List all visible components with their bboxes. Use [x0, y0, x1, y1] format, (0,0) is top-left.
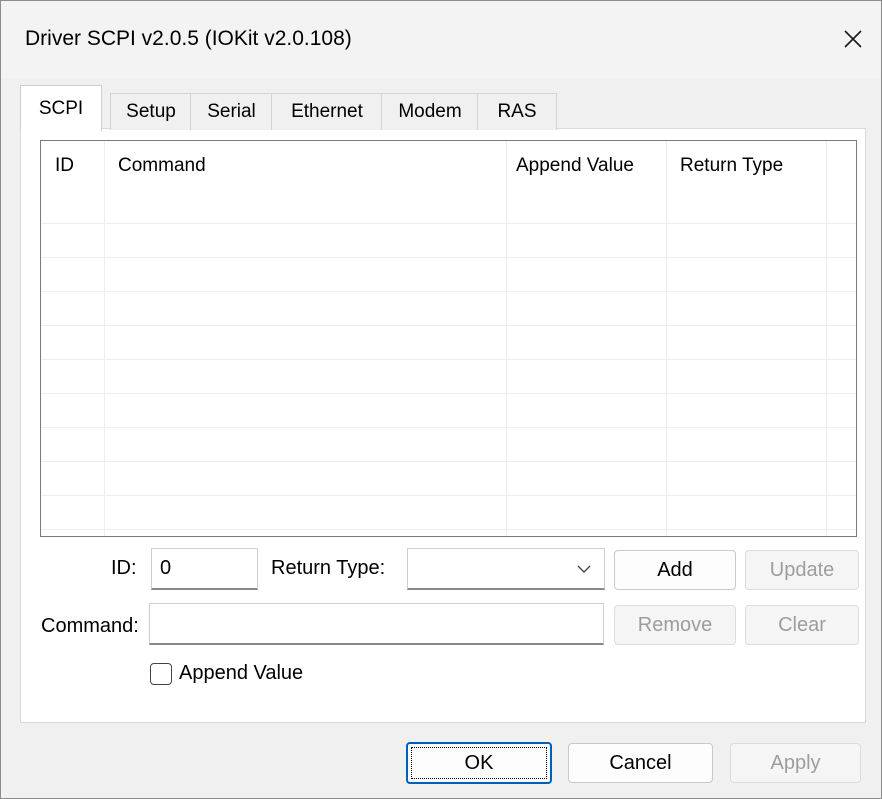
grid-line: [104, 141, 105, 536]
grid-line: [41, 427, 856, 428]
window-title: Driver SCPI v2.0.5 (IOKit v2.0.108): [25, 27, 352, 50]
title-bar: Driver SCPI v2.0.5 (IOKit v2.0.108): [1, 1, 881, 79]
dialog-window: Driver SCPI v2.0.5 (IOKit v2.0.108) SCPI…: [0, 0, 882, 799]
grid-line: [41, 461, 856, 462]
grid-line: [41, 495, 856, 496]
id-label: ID:: [111, 557, 137, 579]
apply-button[interactable]: Apply: [730, 743, 861, 783]
focus-rectangle: [411, 747, 547, 779]
tab-scpi[interactable]: SCPI: [20, 85, 102, 131]
button-label: Update: [769, 558, 835, 581]
add-button[interactable]: Add: [614, 550, 736, 590]
button-label: Cancel: [609, 751, 672, 774]
column-label: ID: [55, 155, 74, 176]
tab-serial[interactable]: Serial: [190, 93, 273, 130]
tab-setup[interactable]: Setup: [110, 93, 192, 130]
append-value-label[interactable]: Append Value: [179, 662, 303, 685]
grid-line: [41, 291, 856, 292]
return-type-label: Return Type:: [271, 557, 386, 579]
grid-line: [41, 223, 856, 224]
append-value-checkbox[interactable]: [150, 663, 172, 685]
cancel-button[interactable]: Cancel: [568, 743, 713, 783]
grid-line: [41, 359, 856, 360]
tab-label: Serial: [207, 101, 256, 122]
tab-label: Ethernet: [291, 101, 363, 122]
update-button[interactable]: Update: [745, 550, 859, 590]
grid-line: [41, 257, 856, 258]
remove-button[interactable]: Remove: [614, 605, 736, 645]
grid-line: [506, 141, 507, 536]
tab-label: Modem: [398, 101, 462, 122]
grid-line: [826, 141, 827, 536]
id-input[interactable]: [151, 548, 258, 590]
close-button[interactable]: [835, 21, 871, 57]
button-label: Add: [657, 558, 693, 581]
tab-ras[interactable]: RAS: [477, 93, 557, 130]
grid-line: [41, 393, 856, 394]
column-label: Append Value: [516, 155, 634, 176]
chevron-down-icon: [577, 565, 591, 573]
ok-button[interactable]: OK: [406, 742, 552, 784]
clear-button[interactable]: Clear: [745, 605, 859, 645]
column-label: Command: [118, 155, 206, 176]
button-label: Clear: [778, 613, 826, 636]
button-label: Remove: [637, 613, 713, 636]
tab-label: SCPI: [38, 97, 84, 119]
column-header-return-type[interactable]: Return Type: [666, 141, 826, 191]
button-label: Apply: [770, 751, 821, 774]
tab-label: RAS: [497, 101, 537, 122]
command-list[interactable]: ID Command Append Value Return Type: [40, 140, 857, 537]
column-header-id[interactable]: ID: [41, 141, 104, 191]
tab-label: Setup: [126, 101, 176, 122]
column-header-append-value[interactable]: Append Value: [506, 141, 666, 191]
tab-ethernet[interactable]: Ethernet: [271, 93, 383, 130]
grid-line: [41, 325, 856, 326]
command-input[interactable]: [149, 603, 604, 645]
command-label: Command:: [41, 615, 139, 637]
column-header-command[interactable]: Command: [104, 141, 506, 191]
column-label: Return Type: [680, 155, 784, 176]
tab-modem[interactable]: Modem: [381, 93, 479, 130]
grid-line: [666, 141, 667, 536]
close-icon: [844, 30, 862, 48]
grid-line: [41, 529, 856, 530]
return-type-select[interactable]: [407, 548, 605, 590]
